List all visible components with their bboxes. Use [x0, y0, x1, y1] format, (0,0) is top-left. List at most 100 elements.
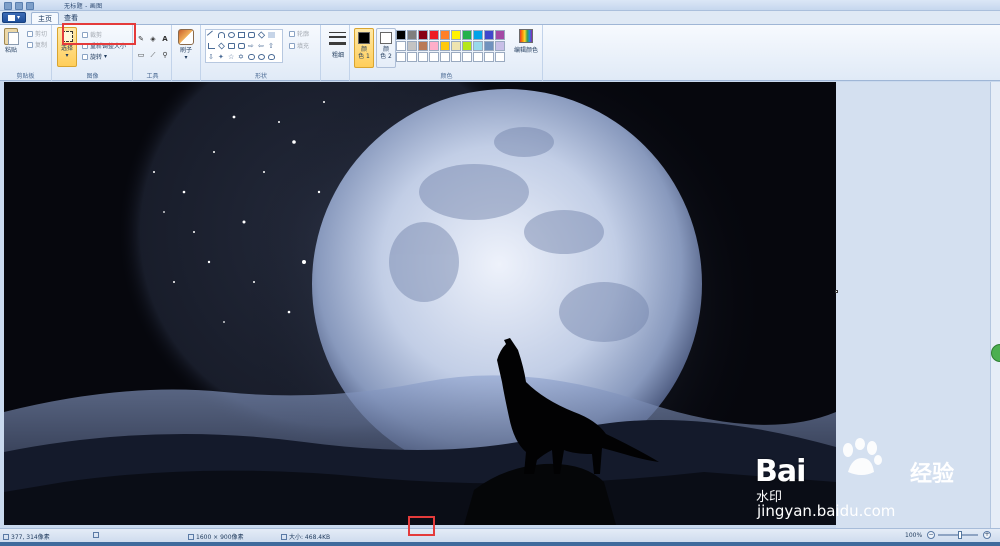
vertical-scrollbar[interactable]: [990, 82, 1000, 528]
color2-label: 颜 色 2: [380, 46, 392, 60]
dimensions-icon: [188, 533, 194, 540]
canvas-resize-handle[interactable]: [835, 290, 838, 293]
palette-swatch[interactable]: [396, 41, 406, 51]
palette-swatch[interactable]: [396, 52, 406, 62]
selection-size: [93, 532, 99, 538]
palette-swatch[interactable]: [407, 41, 417, 51]
line-shape-icon[interactable]: [206, 30, 217, 40]
palette-swatch[interactable]: [484, 52, 494, 62]
palette-swatch[interactable]: [407, 30, 417, 40]
canvas[interactable]: [4, 82, 836, 525]
cursor-position-text: 377, 314像素: [11, 534, 50, 541]
curve-shape-icon[interactable]: [218, 32, 225, 38]
brushes-button[interactable]: 刷子 ▾: [178, 29, 194, 61]
text-icon[interactable]: A: [161, 35, 169, 43]
image-dimensions-text: 1600 × 900像素: [196, 534, 244, 541]
zoom-slider-thumb[interactable]: [958, 531, 962, 539]
tab-home[interactable]: 主页: [31, 12, 59, 24]
outline-button[interactable]: 轮廓: [289, 29, 309, 38]
zoom-in-icon[interactable]: +: [983, 531, 991, 539]
ribbon: 粘贴 剪切 复制 剪贴板 图像 选择 ▾ 裁剪 重新调整大小 旋转 ▾ ✎ ◈ A…: [0, 24, 1000, 81]
palette-swatch[interactable]: [473, 52, 483, 62]
brushes-group: 刷子 ▾: [173, 25, 201, 81]
palette-swatch[interactable]: [462, 52, 472, 62]
palette-swatch[interactable]: [440, 52, 450, 62]
palette-swatch[interactable]: [462, 41, 472, 51]
color2-button[interactable]: 颜 色 2: [376, 28, 396, 68]
left-arrow-shape-icon[interactable]: ⇦: [258, 43, 265, 50]
workspace: Bai 经验 水印 jingyan.baidu.com: [0, 82, 1000, 528]
down-arrow-shape-icon[interactable]: ⇩: [208, 54, 215, 61]
palette-swatch[interactable]: [462, 30, 472, 40]
rainbow-icon: [519, 29, 533, 43]
cursor-position: 377, 314像素: [3, 532, 50, 541]
right-arrow-shape-icon[interactable]: ⇨: [248, 43, 255, 50]
color-picker-icon[interactable]: ⟋: [149, 51, 157, 59]
paste-label: 粘贴: [4, 47, 17, 54]
triangle-shape-icon[interactable]: [268, 32, 275, 38]
tools-group-label: 工具: [146, 73, 159, 80]
palette-swatch[interactable]: [495, 52, 505, 62]
fill-bucket-icon[interactable]: ◈: [149, 35, 157, 43]
baidu-logo-text: Bai: [755, 454, 806, 489]
size-label: 粗细: [332, 52, 345, 59]
hexagon-shape-icon[interactable]: [238, 43, 245, 49]
cloud-callout-shape-icon[interactable]: [268, 54, 275, 60]
palette-swatch[interactable]: [473, 41, 483, 51]
rotate-button[interactable]: 旋转 ▾: [82, 52, 107, 61]
save-icon[interactable]: [4, 1, 12, 10]
polygon-shape-icon[interactable]: [257, 31, 266, 39]
palette-swatch[interactable]: [429, 30, 439, 40]
colors-group-label: 颜色: [440, 73, 453, 80]
palette-swatch[interactable]: [429, 41, 439, 51]
right-triangle-shape-icon[interactable]: [208, 43, 215, 49]
palette-swatch[interactable]: [484, 30, 494, 40]
pentagon-shape-icon[interactable]: [228, 43, 235, 49]
palette-swatch[interactable]: [451, 52, 461, 62]
file-size: 大小: 468.4KB: [281, 532, 330, 541]
chevron-down-icon: ▾: [184, 54, 188, 61]
magnifier-icon[interactable]: ⚲: [161, 51, 169, 59]
four-point-star-shape-icon[interactable]: ✦: [218, 54, 225, 61]
oval-shape-icon[interactable]: [228, 32, 235, 38]
paste-button[interactable]: 粘贴: [4, 28, 19, 54]
zoom-out-icon[interactable]: −: [927, 531, 935, 539]
palette-swatch[interactable]: [418, 30, 428, 40]
oval-callout-shape-icon[interactable]: [258, 54, 265, 60]
palette-swatch[interactable]: [451, 30, 461, 40]
up-arrow-shape-icon[interactable]: ⇧: [268, 43, 275, 50]
clipboard-group-label: 剪贴板: [16, 73, 35, 80]
undo-icon[interactable]: [15, 1, 23, 10]
paint-menu-button[interactable]: ▾: [2, 12, 26, 23]
shapes-gallery[interactable]: ⇨ ⇦ ⇧ ⇩ ✦ ☆ ✡: [205, 29, 283, 63]
edit-colors-button[interactable]: 编辑颜色: [512, 29, 540, 54]
crop-highlight-box: [62, 23, 136, 45]
palette-swatch[interactable]: [495, 30, 505, 40]
callout-shape-icon[interactable]: [248, 54, 255, 60]
eraser-icon[interactable]: ▭: [137, 51, 145, 59]
palette-swatch[interactable]: [429, 52, 439, 62]
rectangle-shape-icon[interactable]: [238, 32, 245, 38]
palette-swatch[interactable]: [407, 52, 417, 62]
line-size-icon[interactable]: [329, 30, 346, 47]
five-point-star-shape-icon[interactable]: ☆: [228, 54, 235, 61]
title-bar: 无标题 - 画图: [0, 0, 1000, 11]
six-point-star-shape-icon[interactable]: ✡: [238, 54, 245, 61]
color1-button[interactable]: 颜 色 1: [354, 28, 374, 68]
palette-swatch[interactable]: [418, 41, 428, 51]
palette-swatch[interactable]: [495, 41, 505, 51]
palette-swatch[interactable]: [451, 41, 461, 51]
palette-swatch[interactable]: [396, 30, 406, 40]
pencil-icon[interactable]: ✎: [137, 35, 145, 43]
copy-button[interactable]: 复制: [27, 40, 47, 49]
palette-swatch[interactable]: [473, 30, 483, 40]
fill-button[interactable]: 填充: [289, 41, 309, 50]
palette-swatch[interactable]: [418, 52, 428, 62]
cut-button[interactable]: 剪切: [27, 29, 47, 38]
diamond-shape-icon[interactable]: [218, 42, 225, 50]
palette-swatch[interactable]: [440, 30, 450, 40]
palette-swatch[interactable]: [484, 41, 494, 51]
redo-icon[interactable]: [26, 1, 34, 10]
rounded-rectangle-shape-icon[interactable]: [248, 32, 255, 38]
palette-swatch[interactable]: [440, 41, 450, 51]
